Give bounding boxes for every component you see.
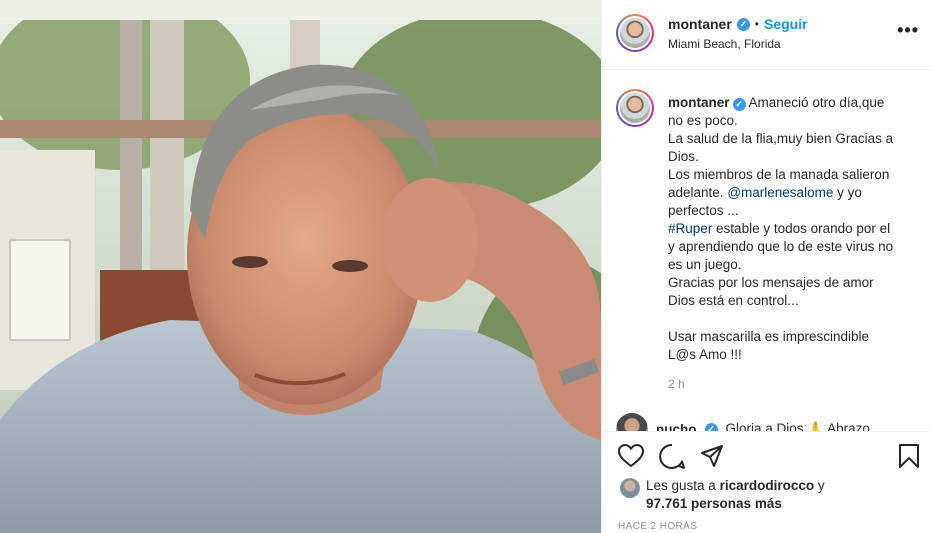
caption-line: y yo — [837, 185, 862, 200]
post-header: montaner ✓ • Seguir Miami Beach, Florida… — [602, 0, 932, 70]
hashtag-link[interactable]: #Ruper — [668, 221, 712, 236]
comment-more[interactable]: ... — [878, 422, 889, 432]
share-icon[interactable] — [700, 444, 724, 468]
caption-line: Usar mascarilla es imprescindible — [668, 329, 870, 344]
selfie-image — [0, 0, 601, 533]
heart-icon[interactable] — [618, 444, 644, 468]
post-side-panel: montaner ✓ • Seguir Miami Beach, Florida… — [601, 0, 932, 533]
caption-line: adelante. — [668, 185, 724, 200]
likes-summary: Les gusta a ricardodirocco y 97.761 pers… — [620, 477, 825, 513]
comment-item: nucho ✓ Gloria a Dios 🙏 Abrazo ... — [616, 413, 889, 431]
post-photo[interactable] — [0, 0, 601, 533]
caption-username[interactable]: montaner — [668, 95, 730, 110]
likes-count[interactable]: 97.761 personas más — [646, 496, 782, 511]
more-options-icon[interactable]: ••• — [897, 20, 919, 41]
post-caption: montaner ✓ Amaneció otro día,que no es po… — [668, 94, 918, 364]
verified-icon: ✓ — [736, 17, 750, 31]
liker-username[interactable]: ricardodirocco — [720, 478, 815, 493]
comment-avatar[interactable] — [616, 413, 648, 431]
bookmark-icon[interactable] — [898, 444, 920, 469]
likes-conj: y — [817, 478, 825, 493]
follow-button[interactable]: Seguir — [764, 16, 808, 32]
verified-icon: ✓ — [704, 422, 718, 431]
caption-line: Amaneció otro día,que — [748, 95, 885, 110]
caption-line: Dios. — [668, 149, 699, 164]
post-time[interactable]: HACE 2 HORAS — [618, 521, 697, 532]
instagram-post: montaner ✓ • Seguir Miami Beach, Florida… — [0, 0, 932, 533]
separator-dot: • — [754, 17, 759, 31]
caption-line: no es poco. — [668, 113, 738, 128]
caption-line: Gracias por los mensajes de amor — [668, 275, 874, 290]
action-bar: Les gusta a ricardodirocco y 97.761 pers… — [602, 431, 932, 533]
verified-icon: ✓ — [732, 97, 746, 111]
caption-avatar[interactable] — [616, 89, 654, 127]
avatar[interactable] — [616, 14, 654, 52]
liker-avatar[interactable] — [620, 478, 640, 498]
caption-line: y aprendiendo que lo de este virus no — [668, 239, 894, 254]
caption-line: L@s Amo !!! — [668, 347, 742, 362]
caption-line: estable y todos orando por el — [716, 221, 891, 236]
caption-timestamp[interactable]: 2 h — [668, 377, 685, 391]
comment-icon[interactable] — [659, 444, 685, 469]
caption-line: Los miembros de la manada salieron — [668, 167, 890, 182]
comments-section[interactable]: montaner ✓ Amaneció otro día,que no es po… — [602, 71, 932, 431]
caption-line: es un juego. — [668, 257, 742, 272]
caption-line: Dios está en control... — [668, 293, 799, 308]
caption-line: La salud de la flia,muy bien Gracias a — [668, 131, 894, 146]
caption-line-mixed: adelante. @marlenesalome y yo — [668, 184, 918, 202]
comment-text: Gloria a Dios 🙏 Abrazo — [725, 421, 870, 431]
likes-text: Les gusta a ricardodirocco y 97.761 pers… — [646, 477, 825, 513]
header-user-line: montaner ✓ • Seguir — [668, 16, 808, 32]
likes-prefix: Les gusta a — [646, 478, 716, 493]
caption-line: perfectos ... — [668, 203, 739, 218]
header-username[interactable]: montaner — [668, 16, 732, 32]
caption-line-mixed: #Ruper estable y todos orando por el — [668, 220, 918, 238]
mention-link[interactable]: @marlenesalome — [727, 185, 833, 200]
location-link[interactable]: Miami Beach, Florida — [668, 37, 781, 51]
comment-username[interactable]: nucho — [656, 422, 697, 432]
